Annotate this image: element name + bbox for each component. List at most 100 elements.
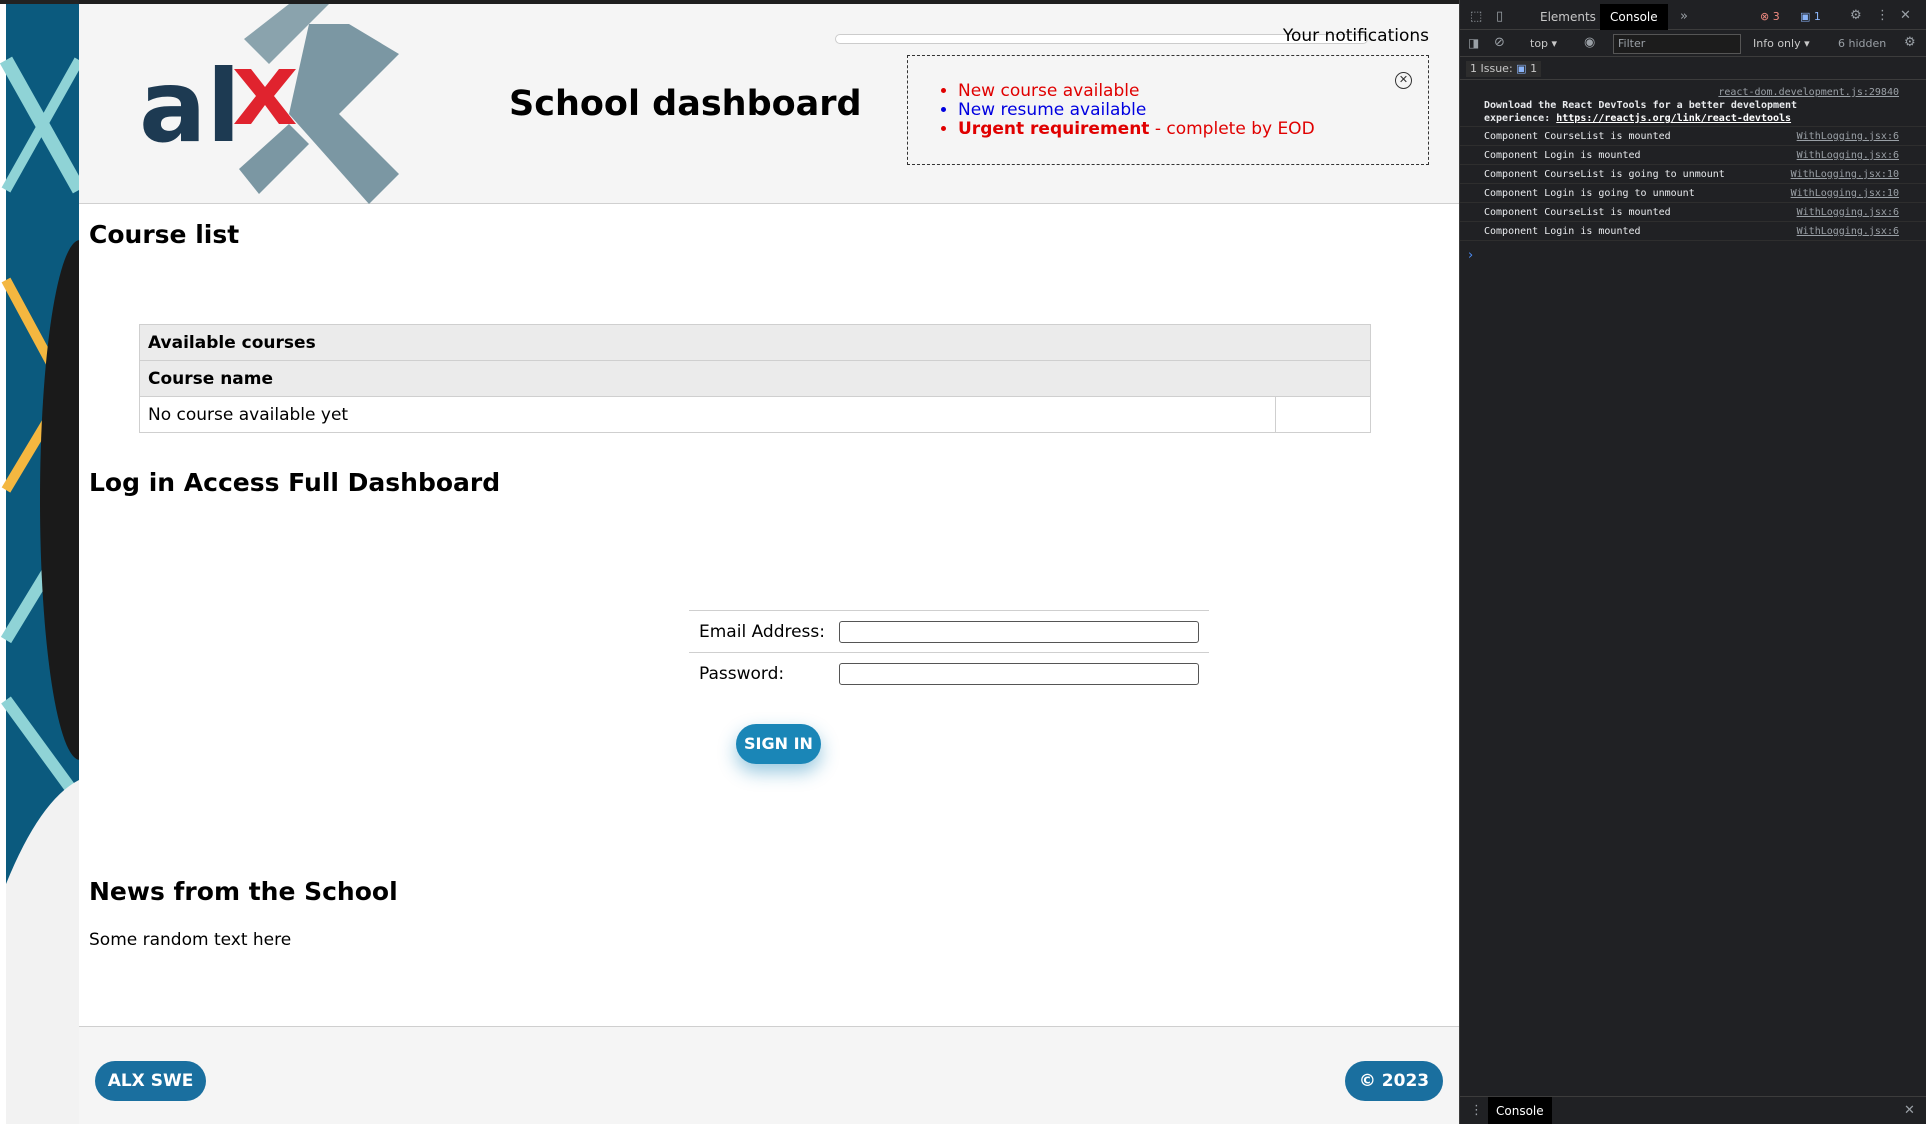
notifications-panel: New course available New resume availabl… xyxy=(907,55,1429,165)
console-source-link[interactable]: react-dom.development.js:29840 xyxy=(1718,86,1899,99)
app-header: al School dashboard Your notifications N… xyxy=(79,4,1459,204)
issues-label: 1 Issue: xyxy=(1470,62,1513,75)
console-message-text: Component CourseList is mounted xyxy=(1484,207,1671,218)
console-message: Component Login is mounted WithLogging.js… xyxy=(1460,146,1926,165)
table-row: No course available yet xyxy=(139,396,1371,433)
issues-icon: ▣ xyxy=(1516,62,1527,75)
filter-input[interactable]: Filter xyxy=(1613,34,1741,54)
password-field[interactable] xyxy=(839,663,1199,685)
console-source-link[interactable]: WithLogging.jsx:6 xyxy=(1797,146,1899,165)
app-footer: ALX SWE © 2023 xyxy=(79,1026,1459,1124)
console-message: Component CourseList is going to unmount… xyxy=(1460,165,1926,184)
log-level-selector[interactable]: Info only ▾ xyxy=(1753,37,1810,50)
wallpaper-strip xyxy=(0,0,79,1124)
console-message: react-dom.development.js:29840 Download … xyxy=(1460,82,1926,127)
table-header-row: Available courses xyxy=(139,324,1371,361)
eye-icon[interactable]: ◉ xyxy=(1584,35,1595,50)
close-devtools-icon[interactable]: ✕ xyxy=(1900,8,1911,23)
kebab-menu-icon[interactable]: ⋮ xyxy=(1876,8,1889,23)
notification-item-urgent[interactable]: Urgent requirement - complete by EOD xyxy=(958,120,1315,139)
console-text: experience: xyxy=(1484,113,1557,124)
console-message-text-cont: experience: https://reactjs.org/link/rea… xyxy=(1484,112,1926,125)
app-page: al School dashboard Your notifications N… xyxy=(79,4,1459,1124)
console-message-text: Download the React DevTools for a better… xyxy=(1484,100,1798,111)
news-title: News from the School xyxy=(89,877,398,906)
device-toolbar-icon[interactable]: ▯ xyxy=(1496,9,1503,24)
console-message-text: Component Login is going to unmount xyxy=(1484,188,1695,199)
issues-bar: 1 Issue: ▣ 1 xyxy=(1460,58,1926,80)
notification-item[interactable]: New resume available xyxy=(958,101,1315,120)
sign-in-button[interactable]: SIGN IN xyxy=(736,724,821,764)
table-header-row: Course name xyxy=(139,360,1371,397)
wallpaper-pattern xyxy=(0,4,79,1124)
error-count: 3 xyxy=(1772,10,1780,23)
sidebar-toggle-icon[interactable]: ◨ xyxy=(1468,36,1479,50)
tab-elements[interactable]: Elements xyxy=(1530,4,1606,30)
error-count-badge[interactable]: ⊗ 3 xyxy=(1760,10,1780,23)
console-source-link[interactable]: WithLogging.jsx:6 xyxy=(1797,203,1899,222)
issues-badge[interactable]: 1 Issue: ▣ 1 xyxy=(1466,61,1542,77)
table-cell xyxy=(1275,396,1371,433)
console-message-text: Component CourseList is going to unmount xyxy=(1484,169,1725,180)
inspect-element-icon[interactable]: ⬚ xyxy=(1470,9,1482,24)
message-count: 1 xyxy=(1813,10,1821,23)
notification-text: - complete by EOD xyxy=(1149,119,1315,139)
console-message-text: Component Login is mounted xyxy=(1484,150,1641,161)
react-devtools-link[interactable]: https://reactjs.org/link/react-devtools xyxy=(1556,113,1791,124)
console-message-text: Component CourseList is mounted xyxy=(1484,131,1671,142)
table-title-cell: Available courses xyxy=(139,324,1371,361)
notification-text: New resume available xyxy=(958,100,1147,120)
console-toolbar: ◨ ⊘ top ▾ ◉ Filter Info only ▾ 6 hidden … xyxy=(1460,31,1926,57)
message-count-badge[interactable]: ▣ 1 xyxy=(1800,10,1821,23)
column-header-course-name: Course name xyxy=(139,360,1371,397)
console-settings-icon[interactable]: ⚙ xyxy=(1904,35,1916,50)
devtools-tabbar: ⬚ ▯ Elements Console » ⊗ 3 ▣ 1 ⚙ ⋮ ✕ xyxy=(1460,4,1926,30)
email-row: Email Address: xyxy=(689,611,1209,653)
login-title: Log in Access Full Dashboard xyxy=(89,468,501,497)
console-source-link[interactable]: WithLogging.jsx:10 xyxy=(1791,184,1899,203)
course-table: Available courses Course name No course … xyxy=(139,324,1371,433)
news-text: Some random text here xyxy=(89,930,292,950)
context-label: top xyxy=(1530,37,1549,50)
console-log: react-dom.development.js:29840 Download … xyxy=(1460,82,1926,241)
devtools-drawer-bar: ⋮ Console ✕ xyxy=(1460,1096,1926,1124)
console-message-text: Component Login is mounted xyxy=(1484,226,1641,237)
screen: al School dashboard Your notifications N… xyxy=(0,0,1926,1124)
console-source-link[interactable]: WithLogging.jsx:6 xyxy=(1797,222,1899,241)
tab-console[interactable]: Console xyxy=(1600,4,1668,30)
alx-logo: al xyxy=(139,4,399,204)
notification-item[interactable]: New course available xyxy=(958,82,1315,101)
login-form: Email Address: Password: xyxy=(689,610,1209,695)
page-title: School dashboard xyxy=(509,84,862,124)
devtools-panel: ⬚ ▯ Elements Console » ⊗ 3 ▣ 1 ⚙ ⋮ ✕ ◨ ⊘… xyxy=(1459,0,1926,1124)
footer-copyright-badge[interactable]: © 2023 xyxy=(1345,1061,1443,1101)
console-message: Component Login is going to unmount WithL… xyxy=(1460,184,1926,203)
svg-text:al: al xyxy=(139,48,241,165)
close-drawer-icon[interactable]: ✕ xyxy=(1904,1103,1915,1118)
footer-brand-badge[interactable]: ALX SWE xyxy=(95,1061,206,1101)
table-cell-empty-message: No course available yet xyxy=(139,396,1276,433)
more-tabs-icon[interactable]: » xyxy=(1680,9,1688,24)
notification-list: New course available New resume availabl… xyxy=(958,82,1315,139)
settings-gear-icon[interactable]: ⚙ xyxy=(1850,8,1862,23)
notification-text: New course available xyxy=(958,81,1140,101)
window-top-edge xyxy=(0,0,79,4)
password-label: Password: xyxy=(699,664,785,684)
clear-console-icon[interactable]: ⊘ xyxy=(1494,35,1505,50)
email-field[interactable] xyxy=(839,620,1199,643)
console-source-link[interactable]: WithLogging.jsx:10 xyxy=(1791,165,1899,184)
drawer-tab-console[interactable]: Console xyxy=(1488,1097,1552,1124)
email-label: Email Address: xyxy=(699,621,825,642)
console-prompt-icon[interactable]: › xyxy=(1468,248,1473,263)
console-source-link[interactable]: WithLogging.jsx:6 xyxy=(1797,127,1899,146)
password-row: Password: xyxy=(689,653,1209,695)
drawer-menu-icon[interactable]: ⋮ xyxy=(1470,1103,1483,1118)
console-message: Component CourseList is mounted WithLoggi… xyxy=(1460,127,1926,146)
issues-count: 1 xyxy=(1530,62,1538,75)
close-icon[interactable]: ✕ xyxy=(1395,72,1412,89)
context-selector[interactable]: top ▾ xyxy=(1530,37,1557,50)
notifications-label[interactable]: Your notifications xyxy=(1283,26,1429,46)
hidden-count: 6 hidden xyxy=(1838,37,1887,50)
notification-strong: Urgent requirement xyxy=(958,119,1150,139)
console-message: Component Login is mounted WithLogging.js… xyxy=(1460,222,1926,241)
